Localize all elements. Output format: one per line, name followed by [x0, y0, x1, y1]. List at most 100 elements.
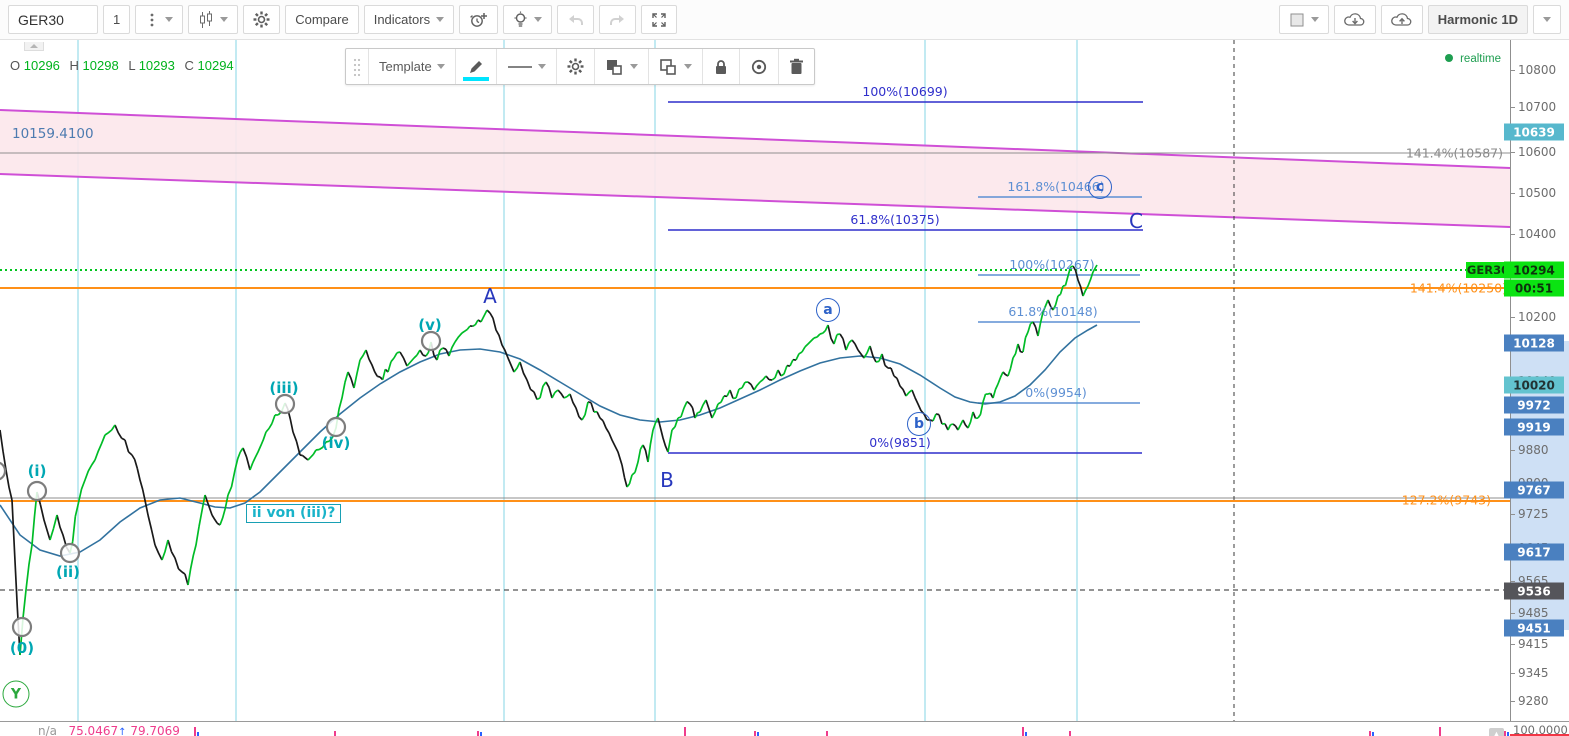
elliott-wave-y-label[interactable]: Y [3, 681, 30, 708]
elliott-wave-letter[interactable]: C [1129, 209, 1143, 233]
axis-tick: 10700 [1518, 100, 1556, 114]
pencil-icon [466, 57, 486, 77]
fib-label[interactable]: 0%(9954) [1025, 385, 1086, 400]
channel-price-label[interactable]: 10159.4100 [12, 126, 94, 142]
chart-style-button[interactable] [188, 5, 238, 34]
layout-menu-button[interactable] [1533, 5, 1561, 34]
wave-marker[interactable] [422, 332, 440, 350]
moving-average-line[interactable] [0, 325, 1097, 556]
chevron-down-icon [684, 64, 692, 69]
interval-menu-button[interactable] [135, 5, 183, 34]
toolbar-drag-handle[interactable] [346, 49, 369, 84]
symbol-button[interactable]: GER30 [8, 5, 98, 34]
level-label[interactable]: 141.4%(10250) [1410, 281, 1507, 296]
save-layout-button[interactable] [1381, 5, 1423, 34]
elliott-wave-letter[interactable]: A [483, 284, 497, 308]
level-label[interactable]: 127.2%(9743) [1402, 493, 1491, 508]
wave-marker[interactable] [61, 544, 79, 562]
indicator-na-value: n/a [38, 724, 57, 736]
template-dropdown[interactable]: Template [369, 49, 456, 84]
price-series-down [0, 266, 1083, 655]
trading-app: GER30 1 [0, 0, 1569, 736]
add-alert-button[interactable] [459, 5, 498, 34]
delete-drawing-button[interactable] [779, 49, 814, 84]
elliott-wave-circled[interactable]: b [907, 412, 931, 436]
chart-settings-button[interactable] [243, 5, 280, 34]
elliott-wave-label[interactable]: (0) [10, 639, 34, 657]
indicator-value-2: 79.7069 [130, 724, 180, 736]
load-layout-button[interactable] [1334, 5, 1376, 34]
fib-label[interactable]: 61.8%(10375) [850, 212, 939, 227]
undo-button[interactable] [557, 5, 594, 34]
layout-select-button[interactable] [1279, 5, 1329, 34]
axis-price-badge: 9767 [1504, 482, 1564, 499]
elliott-wave-circled[interactable]: a [816, 298, 840, 322]
chart-canvas[interactable] [0, 40, 1569, 736]
ohlc-readout: O 10296 H 10298 L 10293 C 10294 [10, 58, 240, 73]
drawing-toolbar: Template [345, 48, 815, 85]
axis-tick: 10400 [1518, 227, 1556, 241]
elliott-wave-label[interactable]: (ii) [56, 563, 80, 581]
cloud-upload-icon [1391, 12, 1413, 28]
compare-button[interactable]: Compare [285, 5, 358, 34]
gear-icon [253, 11, 270, 28]
draw-tool-button[interactable] [456, 49, 497, 84]
bring-to-front-icon [605, 58, 625, 76]
elliott-wave-label[interactable]: (i) [28, 462, 47, 480]
toolbar-collapse-tab[interactable] [24, 42, 44, 51]
layout-grid-icon [1289, 12, 1305, 28]
chevron-down-icon [630, 64, 638, 69]
template-label: Template [379, 59, 432, 74]
symbol-label: GER30 [18, 12, 64, 28]
close-label: C [184, 58, 193, 73]
wave-note[interactable]: ii von (iii)? [246, 504, 341, 523]
bring-forward-button[interactable] [595, 49, 649, 84]
fullscreen-icon [651, 12, 667, 28]
top-toolbar: GER30 1 [0, 0, 1569, 40]
chart-area[interactable]: O 10296 H 10298 L 10293 C 10294 realtime… [0, 40, 1569, 736]
line-style-button[interactable] [497, 49, 557, 84]
realtime-status: realtime [1445, 53, 1501, 65]
realtime-dot-icon [1445, 54, 1453, 62]
elliott-wave-label[interactable]: (iv) [322, 434, 351, 452]
indicators-button[interactable]: Indicators [364, 5, 454, 34]
level-label[interactable]: 141.4%(10587) [1406, 146, 1503, 161]
hide-drawing-button[interactable] [740, 49, 779, 84]
wave-marker[interactable] [276, 395, 294, 413]
indicator-pane[interactable]: n/a 75.0467↑ 79.7069 100.0000 ▲ [0, 721, 1569, 736]
fib-label[interactable]: 61.8%(10148) [1008, 304, 1097, 319]
high-label: H [70, 58, 79, 73]
elliott-wave-label[interactable]: (iii) [269, 379, 298, 397]
eye-icon [750, 58, 768, 76]
redo-button[interactable] [599, 5, 636, 34]
elliott-wave-circled[interactable]: c [1088, 175, 1112, 199]
axis-price-badge: 10128 [1504, 335, 1564, 352]
fullscreen-button[interactable] [641, 5, 677, 34]
scroll-to-realtime-button[interactable]: ▲ [1489, 728, 1504, 736]
layout-name-button[interactable]: Harmonic 1D [1428, 5, 1528, 34]
ideas-button[interactable] [503, 5, 552, 34]
fib-label[interactable]: 0%(9851) [869, 435, 930, 450]
chevron-down-icon [1311, 17, 1319, 22]
fib-label[interactable]: 100%(10699) [862, 84, 947, 99]
wave-marker[interactable] [28, 482, 46, 500]
wave-marker[interactable] [0, 462, 5, 480]
price-axis[interactable]: 1080010700106001050010400102001004098809… [1510, 40, 1569, 721]
send-backward-button[interactable] [649, 49, 703, 84]
elliott-wave-label[interactable]: (v) [418, 316, 442, 334]
axis-price-badge: 9617 [1504, 544, 1564, 561]
wave-marker[interactable] [13, 618, 31, 636]
channel-band[interactable] [0, 110, 1510, 227]
drawing-settings-button[interactable] [557, 49, 595, 84]
axis-price-badge: 10020 [1504, 377, 1564, 394]
chevron-down-icon [437, 64, 445, 69]
fib-label[interactable]: 100%(10267) [1009, 257, 1094, 272]
cloud-download-icon [1344, 12, 1366, 28]
elliott-wave-letter[interactable]: B [660, 468, 674, 492]
axis-tick: 9485 [1518, 606, 1549, 620]
lock-drawing-button[interactable] [703, 49, 740, 84]
up-arrow-icon: ↑ [118, 727, 126, 736]
indicator-value-1: 75.0467 [68, 724, 118, 736]
axis-tick: 10500 [1518, 186, 1556, 200]
interval-button[interactable]: 1 [103, 5, 130, 34]
